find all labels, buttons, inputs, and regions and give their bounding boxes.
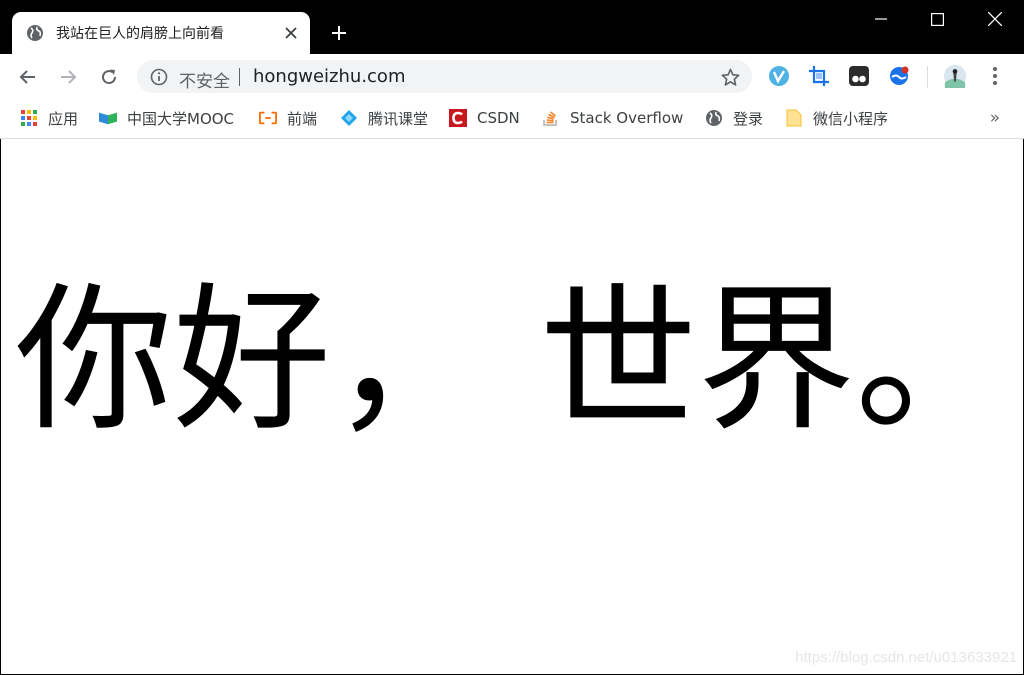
bookmark-folder-wechat[interactable]: 微信小程序 <box>785 107 888 129</box>
reload-button[interactable] <box>94 62 124 92</box>
title-bar: 我站在巨人的肩膀上向前看 <box>0 0 1024 54</box>
maximize-icon[interactable] <box>908 0 966 38</box>
menu-kebab-icon[interactable] <box>983 64 1007 88</box>
bookmarks-bar: 应用 中国大学MOOC 前端 腾讯课堂 CSDN Stack Overflow <box>0 99 1024 139</box>
bookmark-apps[interactable]: 应用 <box>20 107 78 129</box>
bookmark-mooc[interactable]: 中国大学MOOC <box>99 107 234 129</box>
globe-icon <box>705 109 723 127</box>
page-content: 你好， 世界。 https://blog.csdn.net/u013633921 <box>1 139 1023 674</box>
tampermonkey-icon[interactable] <box>847 64 871 88</box>
bookmark-label: 前端 <box>287 109 318 128</box>
apps-grid-icon <box>20 109 38 127</box>
url-text[interactable]: hongweizhu.com <box>253 66 405 87</box>
tencent-classroom-icon <box>340 109 358 127</box>
bookmark-label: CSDN <box>477 109 520 127</box>
bookmark-csdn[interactable]: CSDN <box>449 107 520 129</box>
bookmark-label: 腾讯课堂 <box>368 109 429 128</box>
v-extension-icon[interactable] <box>767 64 791 88</box>
bookmark-label: Stack Overflow <box>570 109 684 127</box>
bookmark-frontend[interactable]: 前端 <box>259 107 317 129</box>
minimize-icon[interactable] <box>852 0 910 38</box>
active-tab[interactable]: 我站在巨人的肩膀上向前看 <box>12 12 310 54</box>
arrow-right-icon <box>61 70 77 84</box>
omnibox-divider <box>239 68 240 86</box>
security-label: 不安全 <box>179 72 230 92</box>
bookmark-stackoverflow[interactable]: Stack Overflow <box>542 107 683 129</box>
aliyun-icon <box>259 109 277 127</box>
bookmark-tencent-classroom[interactable]: 腾讯课堂 <box>340 107 428 129</box>
tab-close-icon[interactable] <box>280 22 302 44</box>
chrome-extension-icon[interactable] <box>887 64 911 88</box>
info-icon[interactable] <box>149 67 169 87</box>
page-headline: 你好， 世界。 <box>15 269 1014 453</box>
bookmark-label: 微信小程序 <box>813 109 889 128</box>
mooc-icon <box>99 109 117 127</box>
back-button[interactable] <box>13 62 43 92</box>
folder-icon <box>785 109 803 127</box>
avatar[interactable] <box>943 64 967 88</box>
bookmark-label: 应用 <box>48 109 79 128</box>
forward-button[interactable] <box>53 62 83 92</box>
globe-icon <box>26 24 44 42</box>
more-bookmarks-icon[interactable]: » <box>984 107 1006 129</box>
bookmark-label: 中国大学MOOC <box>127 109 235 128</box>
arrow-left-icon <box>19 70 35 84</box>
watermark: https://blog.csdn.net/u013633921 <box>795 649 1017 666</box>
toolbar: 不安全 hongweizhu.com <box>0 54 1024 99</box>
crop-extension-icon[interactable] <box>807 64 831 88</box>
bookmark-label: 登录 <box>733 109 764 128</box>
reload-icon <box>102 69 117 85</box>
bookmark-login[interactable]: 登录 <box>705 107 763 129</box>
close-icon[interactable] <box>966 0 1024 38</box>
stackoverflow-icon <box>542 109 560 127</box>
bookmark-star-icon[interactable] <box>719 66 741 88</box>
tab-title: 我站在巨人的肩膀上向前看 <box>56 26 224 42</box>
csdn-icon <box>449 109 467 127</box>
address-bar[interactable]: 不安全 hongweizhu.com <box>137 60 752 93</box>
new-tab-button[interactable] <box>326 20 352 46</box>
toolbar-divider <box>927 66 928 88</box>
